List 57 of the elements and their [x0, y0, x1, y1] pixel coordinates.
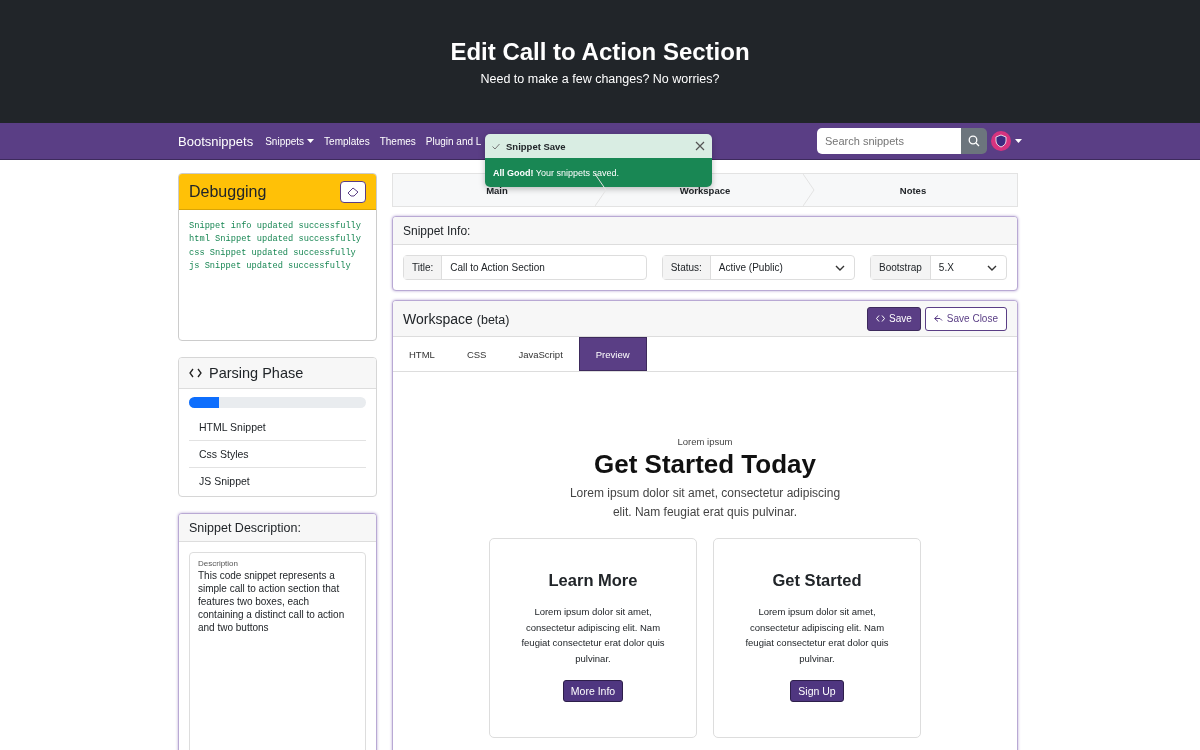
phase-item: Css Styles	[189, 441, 366, 468]
log-line: css Snippet updated successfully	[189, 246, 357, 260]
clear-button[interactable]	[340, 180, 366, 203]
card-title: Snippet Info:	[403, 223, 471, 238]
select-field[interactable]: Status: Active (Public)	[661, 255, 856, 280]
step-label[interactable]: Workspace	[679, 184, 731, 196]
cta-text: Lorem ipsum dolor sit amet, consectetur adipiscing elit. Nam feugiat consectetur erat dolor quis pulvinar.	[744, 605, 890, 666]
page-title: Edit Call to Action Section	[450, 37, 750, 66]
nav-link[interactable]: Plugin and L	[425, 135, 482, 147]
code-icon	[189, 368, 202, 378]
save-button[interactable]: Save	[867, 306, 921, 331]
save-close-button[interactable]: Save Close	[924, 306, 1007, 331]
search-field[interactable]: Search snippets	[817, 128, 961, 154]
log-line: html Snippet updated successfully	[189, 233, 363, 247]
editor-tab[interactable]: JavaScript	[502, 337, 579, 371]
card-title: Snippet Description:	[189, 520, 301, 535]
card-title: Parsing Phase	[209, 365, 304, 381]
eraser-icon	[347, 186, 359, 197]
cta-title: Learn More	[548, 571, 638, 590]
toast-title: Snippet Save	[506, 140, 567, 152]
brand-link[interactable]: Bootsnippets	[178, 133, 254, 149]
editor-tab[interactable]: HTML	[393, 337, 451, 371]
cta-button[interactable]: Sign Up	[790, 680, 844, 702]
search-icon	[968, 135, 980, 147]
code-icon	[876, 315, 886, 322]
card-title: Debugging	[189, 182, 267, 201]
editor-tab[interactable]: Preview	[578, 337, 647, 371]
step-label[interactable]: Notes	[899, 184, 927, 196]
phase-item: JS Snippet	[198, 474, 251, 489]
avatar-icon[interactable]	[991, 131, 1011, 151]
toast-message: All Good! Your snippets saved.	[493, 168, 620, 178]
nav-link[interactable]: Themes	[379, 135, 416, 147]
cta-text: Lorem ipsum dolor sit amet, consectetur adipiscing elit. Nam feugiat consectetur erat dolor quis pulvinar.	[520, 605, 666, 666]
editor-tab[interactable]: CSS	[450, 337, 503, 371]
search-button[interactable]	[961, 128, 987, 154]
card-title: Workspace	[403, 310, 473, 327]
cta-title: Get Started	[772, 571, 862, 590]
eyebrow-text: Lorem ipsum	[677, 436, 733, 447]
page-subtitle: Need to make a few changes? No worries?	[480, 71, 720, 86]
close-icon[interactable]	[695, 141, 705, 151]
lead-text: Lorem ipsum dolor sit amet, consectetur adipiscing elit. Nam feugiat erat quis pulvinar.	[568, 485, 842, 521]
caret-icon[interactable]	[1015, 138, 1022, 144]
input-field[interactable]: Title: Call to Action Section	[403, 255, 647, 280]
caret-icon	[307, 138, 315, 144]
cta-button[interactable]: More Info	[562, 680, 624, 702]
log-line: js Snippet updated successfully	[189, 260, 352, 274]
preview-heading: Get Started Today	[594, 449, 816, 480]
step-label[interactable]: Main	[486, 184, 508, 196]
nav-link[interactable]: Templates	[324, 135, 370, 147]
phase-item: HTML Snippet	[189, 414, 366, 441]
check-icon	[492, 142, 500, 150]
reply-icon	[933, 315, 943, 322]
description-field[interactable]: Description This code snippet represents a simple call to action section that features two boxes, each containing a distinct call to action and two buttons	[189, 552, 366, 750]
log-line: Snippet info updated successfully	[189, 220, 363, 233]
beta-label: (beta)	[476, 312, 510, 327]
select-field[interactable]: Bootstrap 5.X	[870, 255, 1007, 280]
nav-link[interactable]: Snippets	[265, 135, 315, 147]
